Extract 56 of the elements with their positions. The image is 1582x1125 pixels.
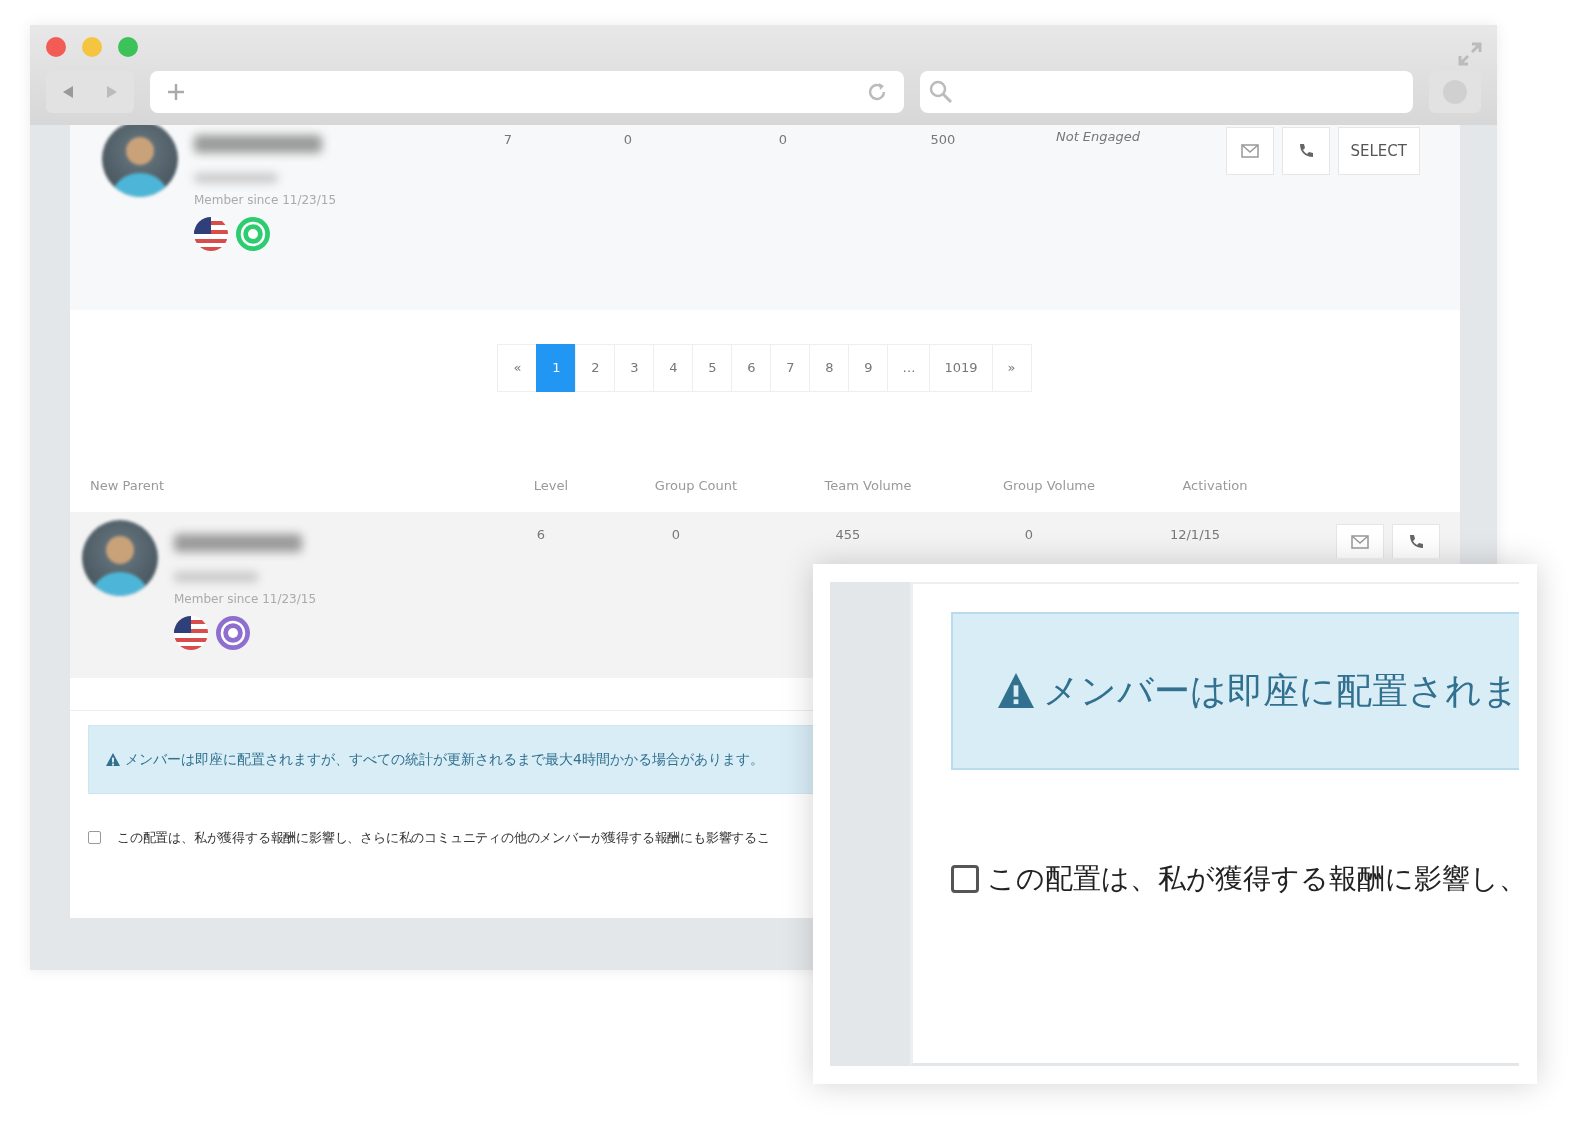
checkbox[interactable]	[951, 865, 979, 893]
phone-icon	[1407, 532, 1425, 551]
page-button[interactable]: 9	[848, 344, 889, 392]
activation-value: Not Engaged	[1055, 129, 1141, 144]
page-button[interactable]: 6	[731, 344, 772, 392]
column-header: Group Count	[654, 478, 738, 494]
checkbox[interactable]	[88, 831, 101, 845]
team-volume-value: 455	[835, 527, 861, 542]
warning-icon	[105, 751, 121, 768]
envelope-icon	[1351, 532, 1369, 551]
page-button[interactable]: …	[887, 344, 931, 392]
previous-page-button[interactable]: «	[497, 344, 538, 392]
page-button[interactable]: 1	[536, 344, 577, 392]
search-icon	[928, 79, 955, 105]
member-since: Member since 11/23/15	[174, 591, 317, 608]
next-page-button[interactable]: »	[991, 344, 1032, 392]
agreement-text: この配置は、私が獲得する報酬に影響し、	[987, 861, 1519, 897]
warning-icon	[997, 672, 1035, 710]
group-volume-value: 500	[930, 132, 956, 147]
group-volume-value: 0	[1024, 527, 1034, 542]
page-button[interactable]: 4	[653, 344, 694, 392]
flag-icon	[174, 616, 208, 650]
page-button[interactable]: 2	[575, 344, 616, 392]
activation-value: 12/1/15	[1169, 527, 1221, 542]
search-field[interactable]	[920, 71, 1414, 113]
close-button[interactable]	[46, 37, 66, 57]
group-count-value: 0	[671, 527, 681, 542]
column-header: Team Volume	[824, 478, 912, 494]
expand-icon[interactable]	[1457, 41, 1483, 67]
flag-icon	[194, 217, 228, 251]
member-since: Member since 11/23/15	[194, 192, 337, 209]
alert-message: メンバーは即座に配置されま	[997, 664, 1519, 718]
phone-button[interactable]	[1281, 127, 1330, 175]
select-button[interactable]: SELECT	[1337, 127, 1420, 175]
team-volume-value: 0	[778, 132, 788, 147]
page-button[interactable]: 5	[692, 344, 733, 392]
agreement-text: この配置は、私が獲得する報酬に影響し、さらに私のコミュニティの他のメンバーが獲得する報酬にも影響するこ	[117, 829, 770, 847]
level-value: 6	[536, 527, 546, 542]
envelope-icon	[1240, 142, 1259, 161]
plus-icon[interactable]	[165, 82, 186, 102]
column-header: Group Volume	[1002, 478, 1096, 494]
email-button[interactable]	[1225, 127, 1274, 175]
level-value: 7	[503, 132, 513, 147]
page-button[interactable]: 8	[809, 344, 850, 392]
page-button[interactable]: 7	[770, 344, 811, 392]
minimize-button[interactable]	[82, 37, 102, 57]
page-button[interactable]: 1019	[929, 344, 993, 392]
phone-button[interactable]	[1392, 524, 1440, 558]
email-button[interactable]	[1336, 524, 1384, 558]
group-count-value: 0	[623, 132, 633, 147]
page-button[interactable]: 3	[614, 344, 655, 392]
alert-message: メンバーは即座に配置されますが、すべての統計が更新されるまで最大4時間かかる場合があります。	[105, 749, 764, 770]
column-header: New Parent	[90, 478, 165, 494]
column-header: Level	[533, 478, 569, 494]
maximize-button[interactable]	[118, 37, 138, 57]
column-header: Activation	[1182, 478, 1248, 494]
